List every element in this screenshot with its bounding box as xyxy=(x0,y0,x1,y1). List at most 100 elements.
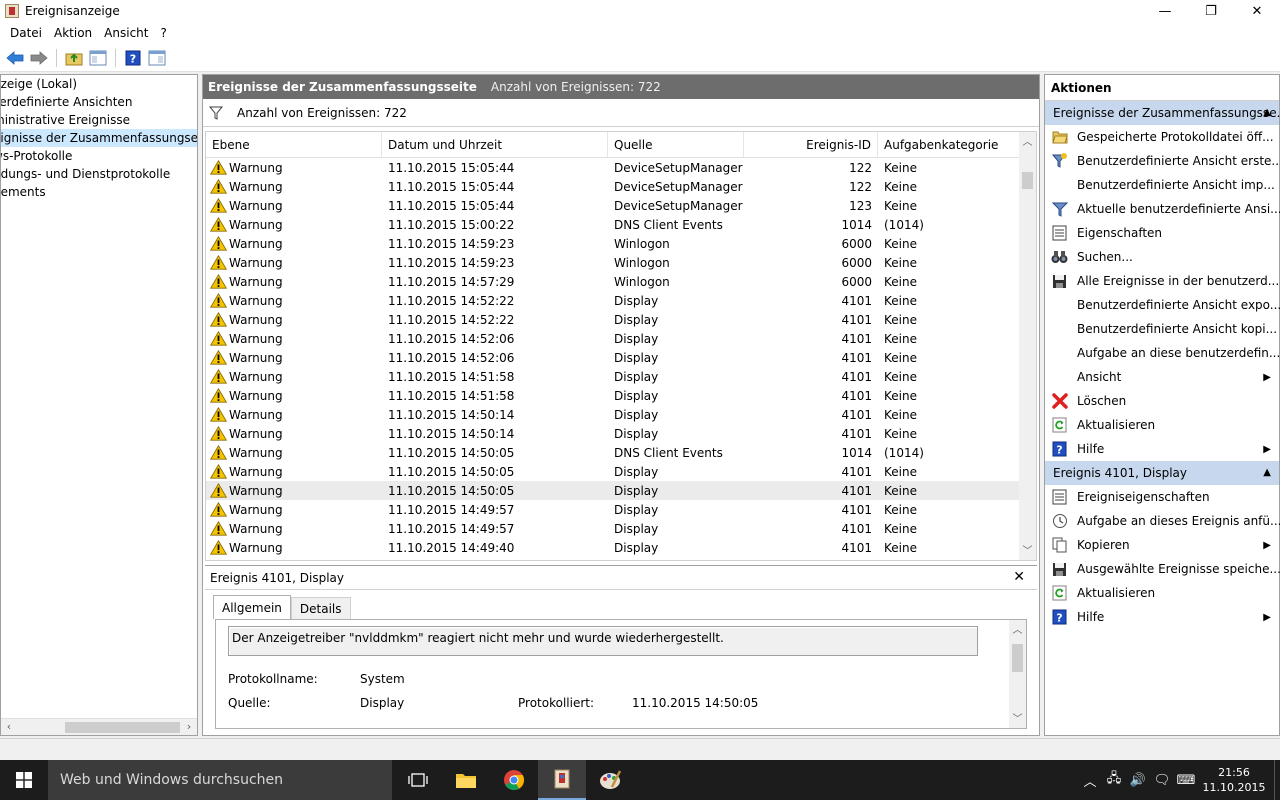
table-row[interactable]: Warnung 11.10.2015 14:52:06 Display 4101 Kei… xyxy=(206,329,1036,348)
action-aktualisieren[interactable]: Aktualisieren xyxy=(1045,413,1279,437)
tree-item-local[interactable]: nzeige (Lokal) xyxy=(1,75,197,93)
table-row[interactable]: Warnung 11.10.2015 14:49:57 Display 4101 Kei… xyxy=(206,500,1036,519)
start-button[interactable] xyxy=(0,760,48,800)
tree-item-subscriptions[interactable]: nements xyxy=(1,183,197,201)
table-row[interactable]: Warnung 11.10.2015 14:50:14 Display 4101 Kei… xyxy=(206,405,1036,424)
action-ausgewählte-ereignisse-speiche[interactable]: Ausgewählte Ereignisse speiche... xyxy=(1045,557,1280,581)
volume-icon[interactable]: 🔊 xyxy=(1126,773,1150,788)
actions-section-summary[interactable]: Ereignisse der Zusammenfassungsse... ▲ xyxy=(1045,101,1280,125)
tree-item-windows-logs[interactable]: ws-Protokolle xyxy=(1,147,197,165)
maximize-button[interactable]: ❐ xyxy=(1188,0,1234,22)
table-row[interactable]: Warnung 11.10.2015 14:50:05 DNS Client Eve… xyxy=(206,443,1036,462)
table-row[interactable]: Warnung 11.10.2015 14:50:05 Display 4101 Kei… xyxy=(206,462,1036,481)
show-hidden-icons-icon[interactable]: ︿ xyxy=(1078,771,1102,790)
table-row[interactable]: Warnung 11.10.2015 14:49:40 Display 4101 Kei… xyxy=(206,538,1036,557)
scroll-right-icon[interactable]: › xyxy=(183,721,195,733)
keyboard-icon[interactable]: ⌨ xyxy=(1174,773,1198,788)
action-aufgabe-an-dieses-ereignis-anfü[interactable]: Aufgabe an dieses Ereignis anfü... xyxy=(1045,509,1280,533)
scroll-down-icon[interactable]: ﹀ xyxy=(1019,543,1036,560)
taskbar-paint[interactable] xyxy=(586,760,634,800)
close-detail-icon[interactable]: ✕ xyxy=(1013,569,1025,585)
action-ansicht[interactable]: Ansicht ▶ xyxy=(1045,365,1279,389)
back-button[interactable] xyxy=(4,47,26,69)
column-header-source[interactable]: Quelle xyxy=(608,132,744,158)
action-ereigniseigenschaften[interactable]: Ereigniseigenschaften xyxy=(1045,485,1279,509)
action-löschen[interactable]: Löschen xyxy=(1045,389,1279,413)
action-aktuelle-benutzerdefinierte-ansi[interactable]: Aktuelle benutzerdefinierte Ansi... xyxy=(1045,197,1280,221)
column-header-level[interactable]: Ebene xyxy=(206,132,382,158)
tab-details[interactable]: Details xyxy=(290,597,351,619)
action-benutzerdefinierte-ansicht-imp[interactable]: Benutzerdefinierte Ansicht imp... xyxy=(1045,173,1279,197)
menu-datei[interactable]: Datei xyxy=(4,26,48,40)
table-row[interactable]: Warnung 11.10.2015 15:00:22 DNS Client Eve… xyxy=(206,215,1036,234)
scroll-thumb[interactable] xyxy=(1022,172,1033,189)
action-pane-button[interactable] xyxy=(146,47,168,69)
column-header-datetime[interactable]: Datum und Uhrzeit xyxy=(382,132,608,158)
collapse-up-icon[interactable]: ▲ xyxy=(1263,101,1271,125)
tab-allgemein[interactable]: Allgemein xyxy=(213,595,291,619)
scroll-thumb[interactable] xyxy=(65,722,180,733)
menu-help[interactable]: ? xyxy=(154,26,172,40)
menu-ansicht[interactable]: Ansicht xyxy=(98,26,154,40)
up-folder-button[interactable] xyxy=(63,47,85,69)
column-header-task-category[interactable]: Aufgabenkategorie xyxy=(878,132,1020,158)
action-kopieren[interactable]: Kopieren ▶ xyxy=(1045,533,1279,557)
table-row[interactable]: Warnung 11.10.2015 14:52:06 Display 4101 Kei… xyxy=(206,348,1036,367)
table-row[interactable]: Warnung 11.10.2015 14:59:23 Winlogon 6000 Ke… xyxy=(206,253,1036,272)
help-button[interactable]: ? xyxy=(122,47,144,69)
table-row[interactable]: Warnung 11.10.2015 14:51:58 Display 4101 Kei… xyxy=(206,386,1036,405)
forward-button[interactable] xyxy=(28,47,50,69)
minimize-button[interactable]: — xyxy=(1142,0,1188,22)
scroll-thumb[interactable] xyxy=(1012,644,1023,672)
table-row[interactable]: Warnung 11.10.2015 14:59:23 Winlogon 6000 Ke… xyxy=(206,234,1036,253)
console-tree-button[interactable] xyxy=(87,47,109,69)
event-message[interactable]: Der Anzeigetreiber "nvlddmkm" reagiert n… xyxy=(228,626,978,656)
action-eigenschaften[interactable]: Eigenschaften xyxy=(1045,221,1279,245)
task-view-button[interactable] xyxy=(394,760,442,800)
taskbar-event-viewer[interactable] xyxy=(538,760,586,800)
taskbar-file-explorer[interactable] xyxy=(442,760,490,800)
action-hilfe[interactable]: ? Hilfe ▶ xyxy=(1045,605,1279,629)
action-hilfe[interactable]: ? Hilfe ▶ xyxy=(1045,437,1279,461)
table-row[interactable]: Warnung 11.10.2015 14:57:29 Winlogon 6000 Ke… xyxy=(206,272,1036,291)
table-vertical-scrollbar[interactable]: ︿ ﹀ xyxy=(1019,132,1036,560)
taskbar-search-box[interactable]: Web und Windows durchsuchen xyxy=(48,760,392,800)
scroll-up-icon[interactable]: ︿ xyxy=(1019,134,1036,151)
action-benutzerdefinierte-ansicht-erste[interactable]: Benutzerdefinierte Ansicht erste... xyxy=(1045,149,1280,173)
tree-item-admin-events[interactable]: ministrative Ereignisse xyxy=(1,111,197,129)
table-row[interactable]: Warnung 11.10.2015 15:05:44 DeviceSetupMan… xyxy=(206,158,1036,177)
action-benutzerdefinierte-ansicht-expo[interactable]: Benutzerdefinierte Ansicht expo... xyxy=(1045,293,1280,317)
action-alle-ereignisse-in-der-benutzerd[interactable]: Alle Ereignisse in der benutzerd... xyxy=(1045,269,1279,293)
scroll-up-icon[interactable]: ︿ xyxy=(1009,622,1026,639)
action-gespeicherte-protokolldatei-öff[interactable]: Gespeicherte Protokolldatei öff... xyxy=(1045,125,1279,149)
collapse-up-icon[interactable]: ▲ xyxy=(1263,461,1271,485)
network-icon[interactable]: 🖧 xyxy=(1102,769,1126,791)
actions-section-event[interactable]: Ereignis 4101, Display ▲ xyxy=(1045,461,1279,485)
tree-item-app-service-logs[interactable]: ndungs- und Dienstprotokolle xyxy=(1,165,197,183)
table-row[interactable]: Warnung 11.10.2015 14:50:05 Display 4101 Kei… xyxy=(206,481,1036,500)
table-row[interactable]: Warnung 11.10.2015 14:51:58 Display 4101 Kei… xyxy=(206,367,1036,386)
table-row[interactable]: Warnung 11.10.2015 15:05:44 DeviceSetupMan… xyxy=(206,177,1036,196)
action-aufgabe-an-diese-benutzerdefin[interactable]: Aufgabe an diese benutzerdefin... xyxy=(1045,341,1280,365)
show-desktop-button[interactable] xyxy=(1274,760,1280,800)
tree-item-custom-views[interactable]: zerdefinierte Ansichten xyxy=(1,93,197,111)
scroll-down-icon[interactable]: ﹀ xyxy=(1009,711,1026,728)
action-suchen[interactable]: Suchen... xyxy=(1045,245,1279,269)
action-aktualisieren[interactable]: Aktualisieren xyxy=(1045,581,1279,605)
table-row[interactable]: Warnung 11.10.2015 15:05:44 DeviceSetupMan… xyxy=(206,196,1036,215)
action-center-icon[interactable]: 🗨 xyxy=(1150,773,1174,788)
close-button[interactable]: ✕ xyxy=(1234,0,1280,22)
detail-vertical-scrollbar[interactable]: ︿ ﹀ xyxy=(1009,620,1026,728)
table-row[interactable]: Warnung 11.10.2015 14:52:22 Display 4101 Kei… xyxy=(206,310,1036,329)
table-row[interactable]: Warnung 11.10.2015 14:52:22 Display 4101 Kei… xyxy=(206,291,1036,310)
column-header-event-id[interactable]: Ereignis-ID xyxy=(744,132,878,158)
clock[interactable]: 21:56 11.10.2015 xyxy=(1198,765,1270,795)
menu-aktion[interactable]: Aktion xyxy=(48,26,98,40)
table-row[interactable]: Warnung 11.10.2015 14:50:14 Display 4101 Kei… xyxy=(206,424,1036,443)
table-row[interactable]: Warnung 11.10.2015 14:49:57 Display 4101 Kei… xyxy=(206,519,1036,538)
scroll-left-icon[interactable]: ‹ xyxy=(3,721,15,733)
taskbar-chrome[interactable] xyxy=(490,760,538,800)
tree-item-summary-page-events[interactable]: eignisse der Zusammenfassungseite xyxy=(1,129,197,147)
action-benutzerdefinierte-ansicht-kopi[interactable]: Benutzerdefinierte Ansicht kopi... xyxy=(1045,317,1279,341)
tree-horizontal-scrollbar[interactable]: ‹ › xyxy=(1,718,197,735)
